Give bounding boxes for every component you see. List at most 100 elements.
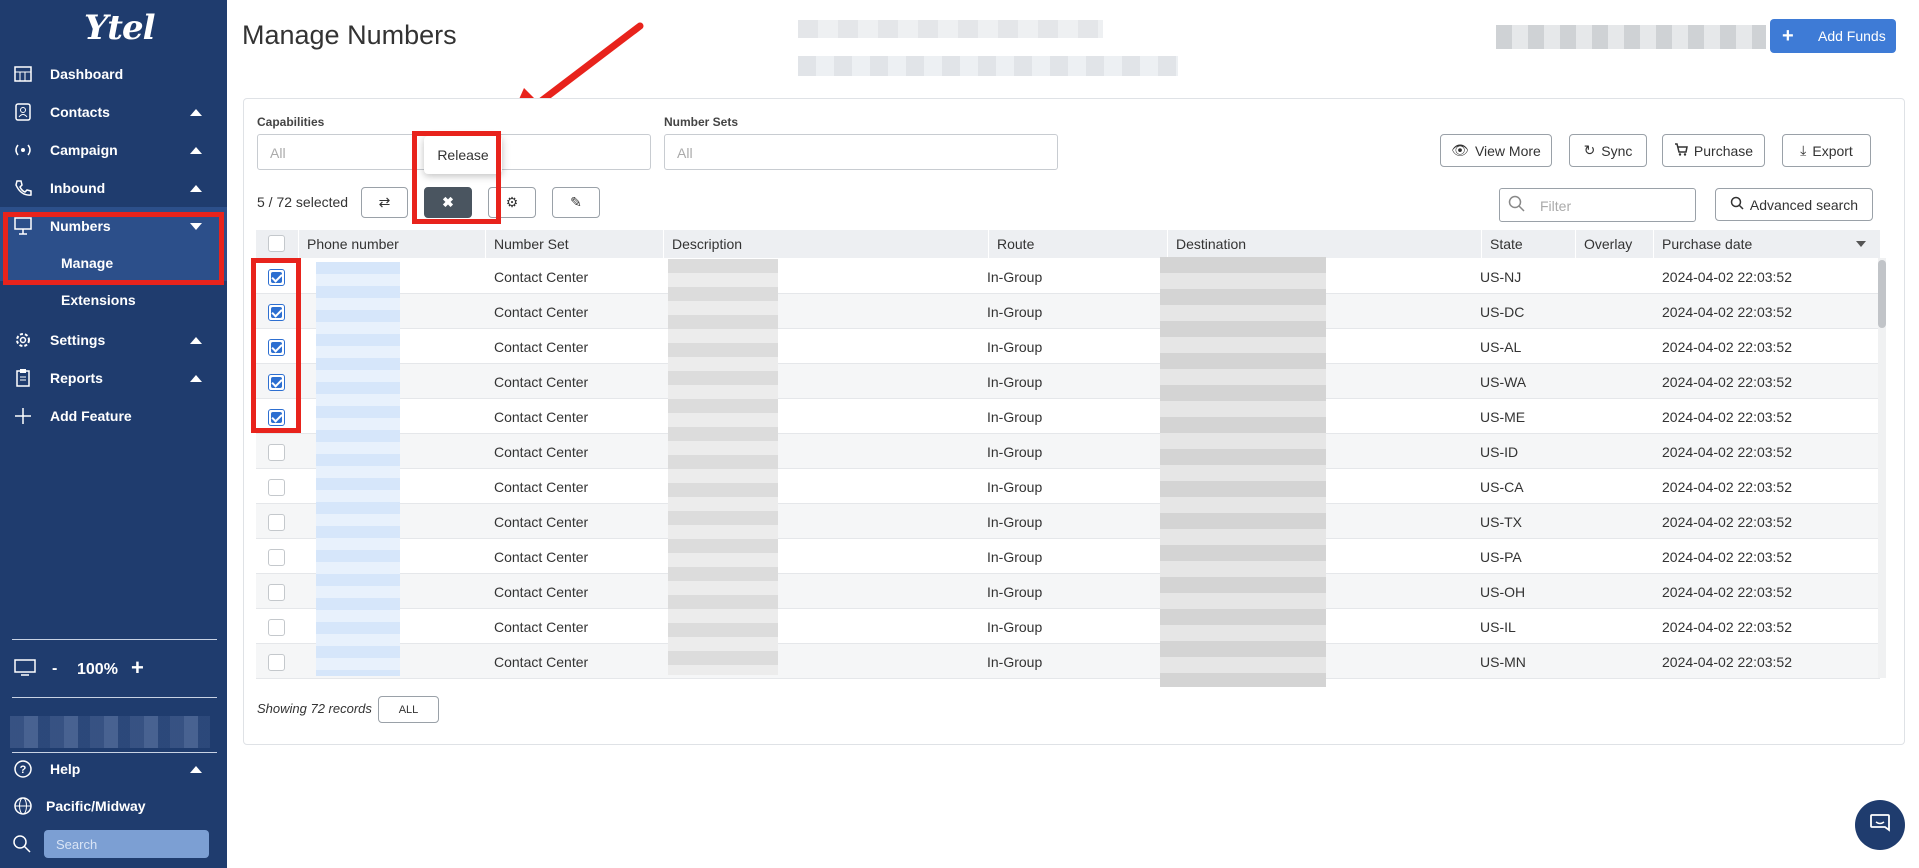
column-purchase-date[interactable]: Purchase date [1653, 230, 1853, 258]
column-overlay[interactable]: Overlay [1575, 230, 1665, 258]
chevron-up-icon[interactable] [190, 146, 202, 154]
redacted-info [798, 20, 1103, 38]
table-row[interactable]: Contact Center In-Group US-PA 2024-04-02 22… [256, 539, 1880, 574]
cell-purchase-date: 2024-04-02 22:03:52 [1662, 653, 1792, 670]
add-funds-button[interactable]: + Add Funds [1770, 19, 1896, 53]
cell-state: US-PA [1480, 548, 1522, 565]
zoom-in-button[interactable]: + [131, 655, 144, 681]
row-checkbox[interactable] [268, 654, 285, 671]
cell-route: In-Group [987, 513, 1043, 530]
sidebar-item-timezone[interactable]: Pacific/Midway [0, 787, 227, 825]
row-checkbox[interactable] [268, 584, 285, 601]
zoom-out-button[interactable]: - [52, 660, 57, 678]
sidebar-item-label: Contacts [50, 104, 110, 120]
chevron-up-icon[interactable] [190, 108, 202, 116]
table-row[interactable]: Contact Center In-Group US-ME 2024-04-02 22… [256, 399, 1880, 434]
divider [12, 697, 217, 698]
redacted-destinations [1160, 257, 1326, 687]
show-all-button[interactable]: ALL [378, 696, 439, 723]
column-state[interactable]: State [1481, 230, 1571, 258]
chat-launcher[interactable] [1855, 800, 1905, 850]
chevron-up-icon[interactable] [190, 184, 202, 192]
cell-purchase-date: 2024-04-02 22:03:52 [1662, 303, 1792, 320]
cell-number-set: Contact Center [494, 373, 589, 390]
table-row[interactable]: Contact Center In-Group US-ID 2024-04-02 22… [256, 434, 1880, 469]
table-row[interactable]: Contact Center In-Group US-CA 2024-04-02 22… [256, 469, 1880, 504]
table-row[interactable]: Contact Center In-Group US-OH 2024-04-02 22… [256, 574, 1880, 609]
table-row[interactable]: Contact Center In-Group US-IL 2024-04-02 22… [256, 609, 1880, 644]
gear-icon [12, 329, 34, 351]
number-sets-select[interactable]: All [664, 134, 1058, 170]
sidebar-item-dashboard[interactable]: Dashboard [0, 55, 227, 93]
clipboard-icon [12, 367, 34, 389]
table-row[interactable]: Contact Center In-Group US-TX 2024-04-02 22… [256, 504, 1880, 539]
export-button[interactable]: ⤓ Export [1782, 134, 1871, 167]
row-checkbox[interactable] [268, 444, 285, 461]
row-checkbox[interactable] [268, 549, 285, 566]
purchase-button[interactable]: Purchase [1662, 134, 1765, 167]
sidebar-item-help[interactable]: ? Help [0, 750, 227, 788]
filter-input[interactable]: Filter [1499, 188, 1696, 222]
sync-button[interactable]: ↻ Sync [1569, 134, 1647, 167]
redacted-phone-numbers [316, 262, 400, 676]
sidebar-item-campaign[interactable]: Campaign [0, 131, 227, 169]
cell-route: In-Group [987, 443, 1043, 460]
row-checkbox[interactable] [268, 514, 285, 531]
column-route[interactable]: Route [988, 230, 1158, 258]
chevron-up-icon[interactable] [190, 374, 202, 382]
sidebar-subitem-extensions[interactable]: Extensions [0, 282, 227, 318]
chevron-up-icon[interactable] [190, 765, 202, 773]
select-all-checkbox[interactable] [268, 235, 285, 252]
edit-button[interactable]: ✎ [552, 187, 600, 218]
cell-state: US-ME [1480, 408, 1526, 425]
advanced-search-button[interactable]: Advanced search [1715, 188, 1873, 221]
cell-purchase-date: 2024-04-02 22:03:52 [1662, 618, 1792, 635]
table-row[interactable]: Contact Center In-Group US-MN 2024-04-02 22… [256, 644, 1880, 679]
cell-route: In-Group [987, 373, 1043, 390]
chevron-up-icon[interactable] [190, 336, 202, 344]
cell-state: US-CA [1480, 478, 1524, 495]
sidebar-item-contacts[interactable]: Contacts [0, 93, 227, 131]
row-checkbox[interactable] [268, 479, 285, 496]
globe-icon [12, 795, 34, 817]
zoom-search-icon [1730, 196, 1744, 213]
sidebar-item-label: Campaign [50, 142, 118, 158]
table-row[interactable]: Contact Center In-Group US-AL 2024-04-02 22… [256, 329, 1880, 364]
sidebar-search-input[interactable]: Search [44, 830, 209, 858]
download-icon: ⤓ [1800, 142, 1807, 158]
selected-count: 5 / 72 selected [257, 194, 349, 210]
gear-icon: ⚙ [505, 194, 519, 210]
sort-desc-icon[interactable] [1856, 241, 1866, 247]
table-row[interactable]: Contact Center In-Group US-DC 2024-04-02 22… [256, 294, 1880, 329]
column-phone-number[interactable]: Phone number [298, 230, 440, 258]
cell-number-set: Contact Center [494, 408, 589, 425]
cell-purchase-date: 2024-04-02 22:03:52 [1662, 548, 1792, 565]
sidebar-item-settings[interactable]: Settings [0, 321, 227, 359]
cell-purchase-date: 2024-04-02 22:03:52 [1662, 268, 1792, 285]
column-number-set[interactable]: Number Set [485, 230, 653, 258]
table-row[interactable]: Contact Center In-Group US-WA 2024-04-02 22… [256, 364, 1880, 399]
column-destination[interactable]: Destination [1167, 230, 1467, 258]
cell-state: US-IL [1480, 618, 1516, 635]
pencil-icon: ✎ [570, 194, 582, 210]
cell-number-set: Contact Center [494, 513, 589, 530]
user-account-blurred[interactable] [10, 716, 210, 748]
cell-number-set: Contact Center [494, 268, 589, 285]
sidebar-item-add-feature[interactable]: Add Feature [0, 397, 227, 435]
ytel-logo[interactable]: Ytel [84, 8, 156, 48]
cart-icon [1674, 142, 1688, 159]
cell-state: US-TX [1480, 513, 1522, 530]
cell-state: US-MN [1480, 653, 1526, 670]
table-row[interactable]: Contact Center In-Group US-NJ 2024-04-02 22… [256, 259, 1880, 294]
cell-purchase-date: 2024-04-02 22:03:52 [1662, 583, 1792, 600]
sidebar-item-inbound[interactable]: Inbound [0, 169, 227, 207]
chat-icon [1869, 813, 1891, 838]
sidebar-item-reports[interactable]: Reports [0, 359, 227, 397]
cell-number-set: Contact Center [494, 653, 589, 670]
row-checkbox[interactable] [268, 619, 285, 636]
view-more-button[interactable]: 👁︎ View More [1440, 134, 1552, 167]
column-description[interactable]: Description [663, 230, 963, 258]
scrollbar-thumb[interactable] [1878, 260, 1886, 328]
page-title: Manage Numbers [242, 20, 457, 50]
reassign-button[interactable]: ⇄ [361, 187, 408, 218]
